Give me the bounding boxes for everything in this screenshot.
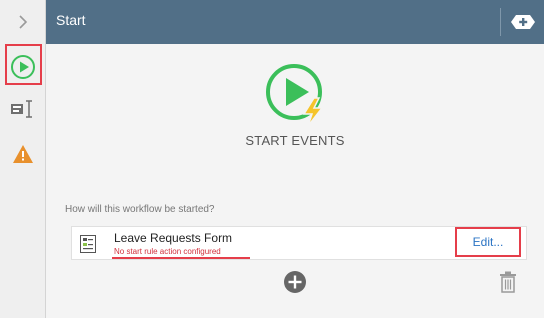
page-title: Start — [56, 12, 86, 28]
collapse-sidebar-button[interactable] — [0, 0, 46, 44]
header-divider — [500, 8, 501, 36]
form-status-message: No start rule action configured — [114, 247, 221, 256]
play-icon — [11, 54, 35, 79]
chevron-right-icon — [19, 15, 28, 29]
status-underline — [112, 257, 250, 259]
workflow-start-question: How will this workflow be started? — [65, 204, 215, 215]
header-bar: Start — [46, 0, 544, 44]
header-add-button[interactable] — [508, 10, 538, 34]
edit-start-rule-link[interactable]: Edit... — [455, 227, 521, 257]
start-event-icon — [266, 64, 324, 127]
trash-icon[interactable] — [499, 271, 517, 293]
main-panel: START EVENTS How will this workflow be s… — [46, 44, 544, 318]
warnings-button[interactable] — [0, 136, 46, 172]
add-circle-icon[interactable] — [283, 270, 307, 294]
left-sidebar — [0, 0, 46, 318]
form-designer-button[interactable] — [0, 89, 46, 129]
form-icon — [80, 235, 96, 253]
warning-icon — [13, 145, 33, 163]
start-events-title: START EVENTS — [245, 133, 345, 148]
add-icon — [511, 15, 535, 29]
form-control-icon — [11, 100, 32, 118]
form-name: Leave Requests Form — [114, 231, 233, 245]
start-events-button[interactable] — [0, 44, 46, 89]
